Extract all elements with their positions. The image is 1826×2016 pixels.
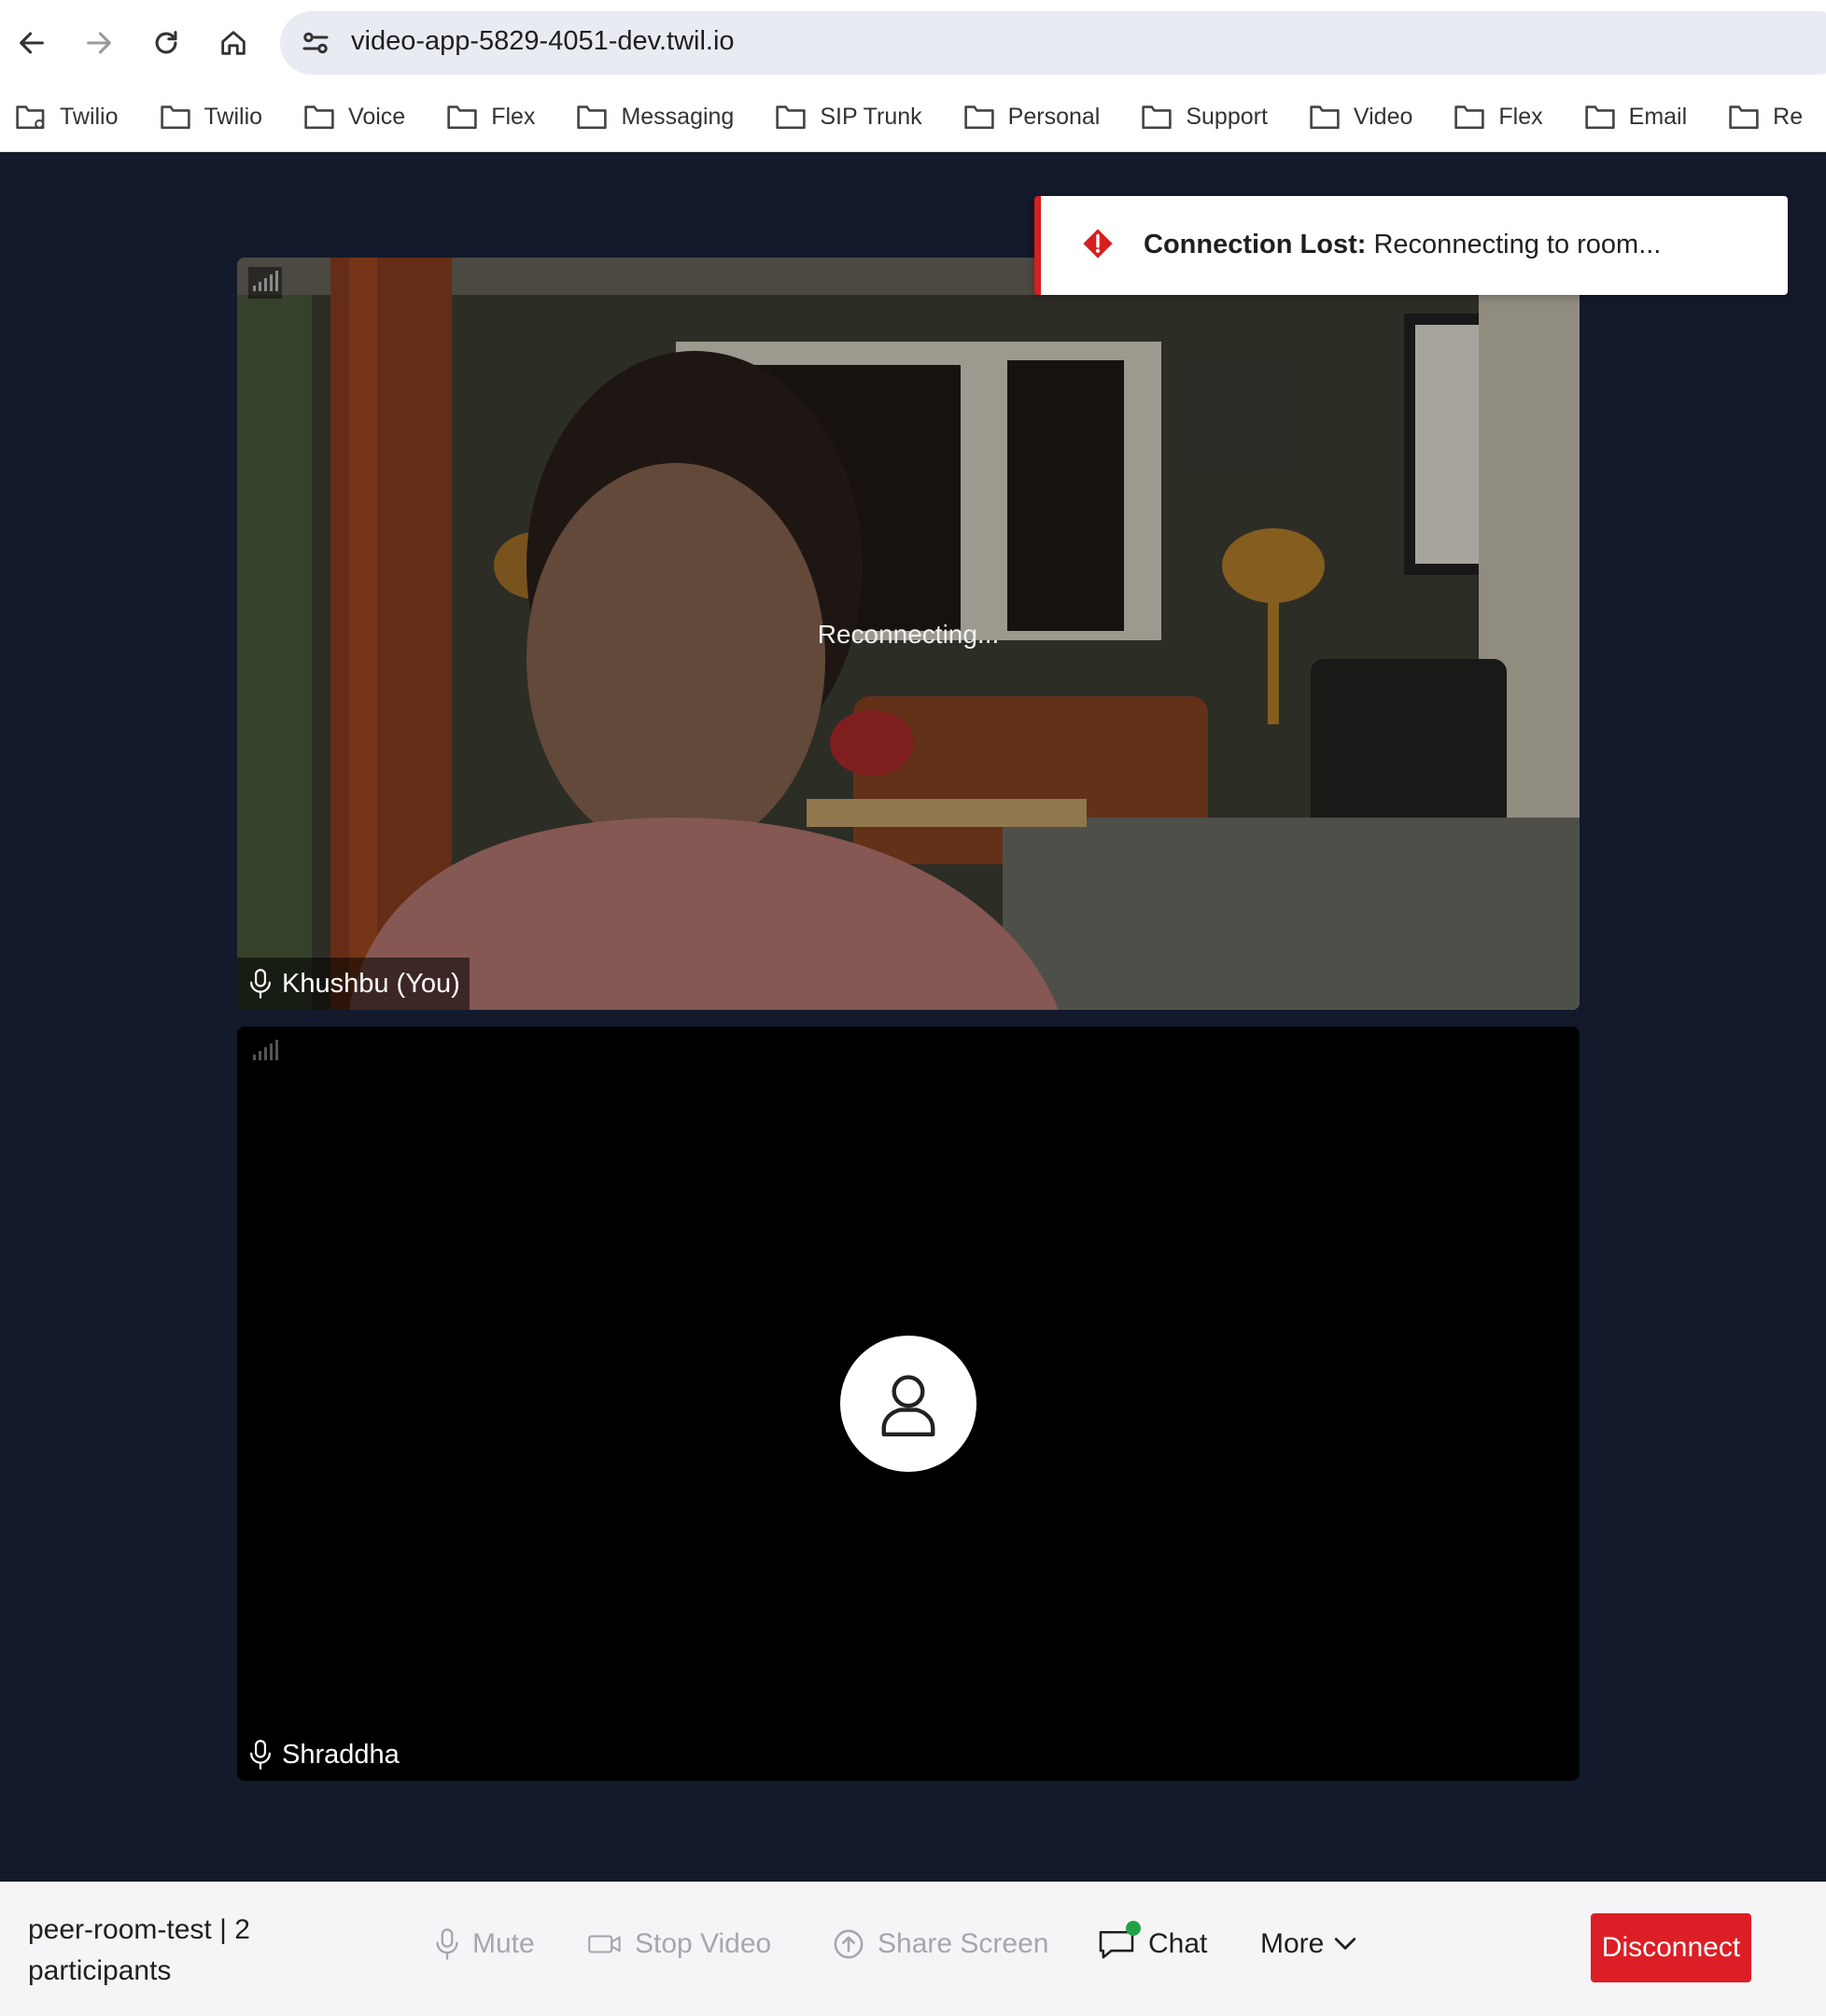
more-menu-button[interactable]: More — [1260, 1928, 1370, 1960]
disconnect-button[interactable]: Disconnect — [1591, 1913, 1751, 1982]
home-icon — [221, 31, 246, 55]
folder-icon — [1729, 105, 1759, 130]
stop-video-button[interactable]: Stop Video — [588, 1928, 771, 1960]
bookmark-folder[interactable]: Personal — [963, 97, 1100, 136]
connection-lost-toast: Connection Lost: Reconnecting to room... — [1034, 196, 1788, 295]
folder-icon — [160, 105, 190, 130]
bookmark-folder[interactable]: Video — [1309, 97, 1412, 136]
site-settings-icon[interactable] — [299, 26, 332, 60]
folder-icon — [304, 105, 334, 130]
bookmark-folder[interactable]: Email — [1584, 97, 1687, 136]
arrow-left-icon — [20, 32, 44, 54]
bookmark-folder[interactable]: Twilio — [15, 97, 119, 136]
participant-tile-remote[interactable]: Shraddha — [237, 1027, 1580, 1781]
share-screen-button[interactable]: Share Screen — [833, 1928, 1048, 1960]
participant-name: Shraddha — [282, 1739, 400, 1770]
folder-icon — [577, 105, 608, 130]
back-button[interactable] — [9, 21, 54, 65]
participant-name-tag: Khushbu (You) — [237, 958, 470, 1010]
folder-icon — [963, 105, 994, 130]
mute-button[interactable]: Mute — [435, 1928, 535, 1960]
bookmark-folder[interactable]: Re — [1728, 97, 1803, 136]
folder-icon — [447, 105, 477, 130]
arrow-right-icon — [87, 32, 111, 54]
chevron-down-icon — [1335, 1938, 1356, 1950]
folder-icon — [1584, 105, 1615, 130]
share-screen-icon — [834, 1929, 864, 1959]
folder-icon — [776, 105, 807, 130]
url-text[interactable]: video-app-5829-4051-dev.twil.io — [351, 26, 735, 57]
avatar — [840, 1336, 976, 1472]
bookmark-folder[interactable]: Messaging — [576, 97, 734, 136]
bookmark-folder[interactable]: Flex — [1454, 97, 1543, 136]
toast-title: Connection Lost: — [1144, 230, 1367, 259]
video-camera-icon — [588, 1935, 621, 1953]
folder-icon — [1310, 105, 1340, 130]
bookmark-folder[interactable]: Twilio — [160, 97, 262, 136]
chat-button[interactable]: Chat — [1098, 1921, 1207, 1960]
unread-badge — [1126, 1921, 1141, 1936]
error-icon — [1083, 229, 1113, 259]
browser-toolbar: video-app-5829-4051-dev.twil.io Twilio T… — [0, 0, 1826, 152]
microphone-icon — [250, 1740, 271, 1770]
bookmark-folder[interactable]: Support — [1141, 97, 1268, 136]
folder-icon — [1454, 105, 1485, 130]
microphone-icon — [436, 1928, 458, 1960]
bookmark-folder[interactable]: SIP Trunk — [775, 97, 922, 136]
toast-body: Reconnecting to room... — [1373, 230, 1662, 259]
reconnecting-text: Reconnecting... — [817, 620, 1000, 649]
chat-icon-wrap — [1098, 1921, 1141, 1960]
participant-name-tag: Shraddha — [237, 1729, 409, 1781]
reload-button[interactable] — [144, 21, 189, 65]
bookmarks-bar: Twilio Twilio Voice Flex Messaging SIP T… — [15, 97, 1826, 136]
home-button[interactable] — [211, 21, 256, 65]
bookmark-folder[interactable]: Voice — [303, 97, 405, 136]
participant-name: Khushbu (You) — [282, 968, 460, 999]
forward-button[interactable] — [77, 21, 121, 65]
bookmark-folder[interactable]: Flex — [446, 97, 535, 136]
room-controls-bar: peer-room-test | 2 participants Mute Sto… — [0, 1882, 1826, 2016]
toast-message: Connection Lost: Reconnecting to room... — [1144, 230, 1661, 260]
participant-tile-local[interactable]: Reconnecting... Khushbu (You) — [237, 258, 1580, 1010]
room-info: peer-room-test | 2 participants — [28, 1914, 250, 1986]
folder-settings-icon — [16, 105, 45, 130]
address-bar[interactable]: video-app-5829-4051-dev.twil.io — [280, 11, 1826, 75]
reload-icon — [155, 31, 177, 54]
network-quality-icon — [248, 1036, 282, 1068]
network-quality-icon — [248, 267, 282, 299]
folder-icon — [1142, 105, 1173, 130]
microphone-icon — [250, 969, 271, 999]
user-icon — [881, 1375, 935, 1436]
